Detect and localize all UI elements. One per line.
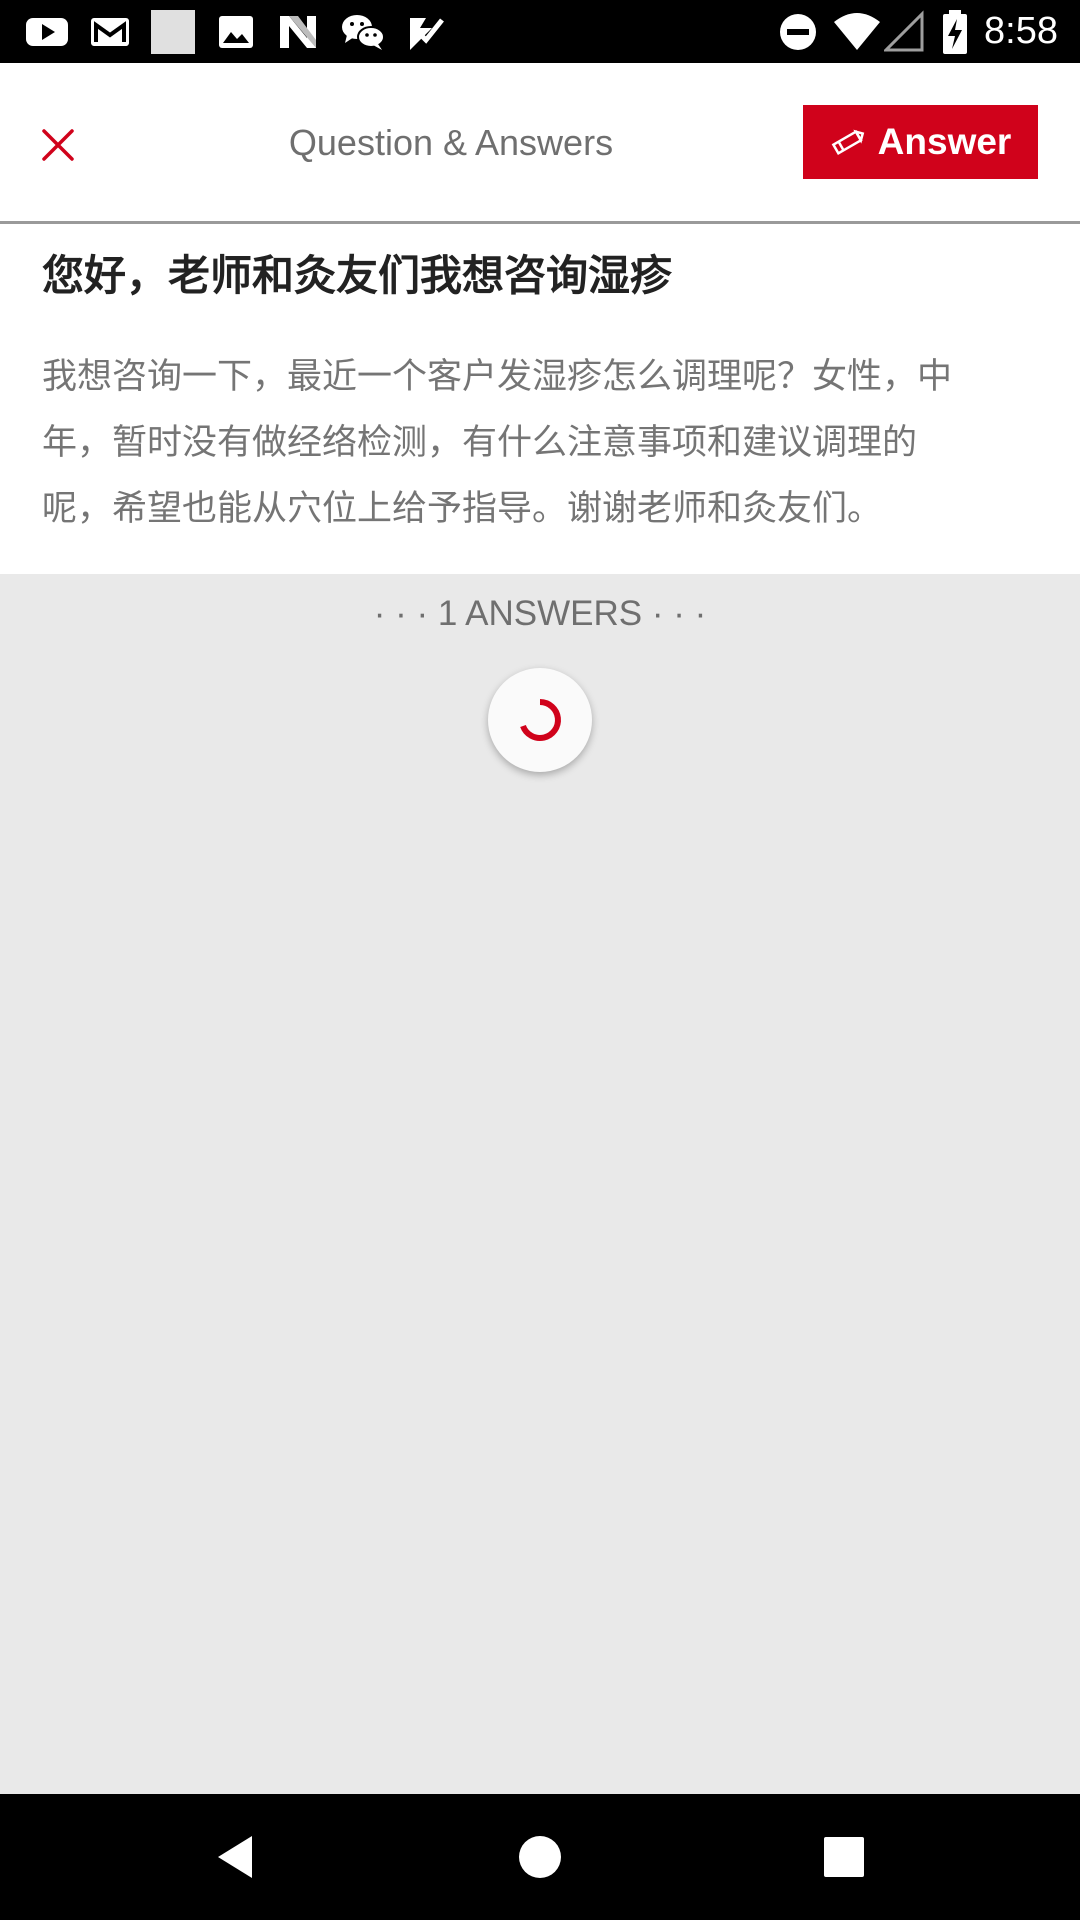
app-bar: Question & Answers Answer — [0, 63, 1080, 224]
do-not-disturb-icon — [780, 14, 816, 50]
page-title: Question & Answers — [288, 122, 614, 163]
back-button[interactable] — [204, 1824, 270, 1890]
checkmark-app-icon — [410, 18, 444, 50]
recents-icon — [824, 1837, 864, 1877]
wifi-icon — [834, 13, 880, 50]
navigation-bar — [0, 1794, 1080, 1920]
question-title: 您好，老师和灸友们我想咨询湿疹 — [42, 251, 673, 300]
question-body-line: 我想咨询一下，最近一个客户发湿疹怎么调理呢？女性，中 — [42, 357, 953, 397]
answer-button-label: Answer — [877, 121, 1012, 162]
recents-button[interactable] — [811, 1824, 877, 1890]
back-icon — [218, 1836, 252, 1878]
gmail-icon — [91, 18, 129, 46]
status-bar: 8:58 — [0, 0, 1080, 63]
status-time: 8:58 — [984, 10, 1058, 52]
loading-spinner-icon — [520, 699, 561, 741]
image-icon — [219, 16, 253, 48]
pencil-icon — [831, 129, 864, 156]
blank-notification-icon — [151, 10, 195, 54]
home-button[interactable] — [507, 1824, 573, 1890]
youtube-icon — [26, 18, 68, 46]
loading-indicator — [488, 668, 592, 772]
n-app-icon — [280, 16, 316, 48]
question-card: 您好，老师和灸友们我想咨询湿疹 我想咨询一下，最近一个客户发湿疹怎么调理呢？女性… — [0, 224, 1080, 574]
question-body-line: 呢，希望也能从穴位上给予指导。谢谢老师和灸友们。 — [42, 489, 883, 529]
question-body: 我想咨询一下，最近一个客户发湿疹怎么调理呢？女性，中 年，暂时没有做经络检测，有… — [42, 344, 1042, 542]
cell-signal-icon — [884, 10, 924, 52]
battery-charging-icon — [943, 10, 967, 54]
wechat-icon — [342, 15, 385, 50]
answers-count: · · · 1 ANSWERS · · · — [373, 594, 707, 633]
question-body-line: 年，暂时没有做经络检测，有什么注意事项和建议调理的 — [42, 423, 918, 463]
home-icon — [519, 1836, 561, 1878]
answer-button[interactable]: Answer — [803, 105, 1038, 179]
